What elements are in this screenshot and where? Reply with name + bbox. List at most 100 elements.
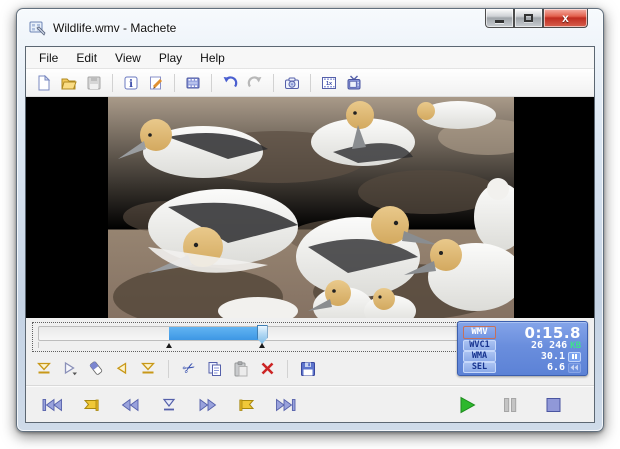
redo-button[interactable] xyxy=(244,72,266,94)
skip-start-button[interactable] xyxy=(39,394,65,416)
pause-button[interactable] xyxy=(497,394,523,416)
delete-button[interactable] xyxy=(257,359,277,379)
selection-start-icon xyxy=(36,361,52,376)
audio-codec-chip[interactable]: WMA xyxy=(463,351,496,362)
seek-box xyxy=(32,322,466,352)
delete-icon xyxy=(260,361,275,376)
toolbar-separator xyxy=(310,74,311,92)
snapshot-icon xyxy=(284,75,300,91)
pause-icon xyxy=(501,397,519,413)
copy-icon xyxy=(207,361,223,377)
copy-button[interactable] xyxy=(205,359,225,379)
minimize-button[interactable] xyxy=(485,9,514,28)
stop-button[interactable] xyxy=(540,394,566,416)
selection-start-marker xyxy=(166,343,172,348)
frame-step-button[interactable]: 1x xyxy=(318,72,340,94)
selection-start-button[interactable] xyxy=(34,359,54,379)
track-start-tick xyxy=(38,342,39,348)
erase-selection-icon xyxy=(88,361,104,376)
play-icon xyxy=(457,396,477,414)
time-display: 0:15.8 xyxy=(525,324,581,342)
close-button[interactable]: x xyxy=(543,9,588,28)
open-file-button[interactable] xyxy=(58,72,80,94)
maximize-button[interactable] xyxy=(514,9,543,28)
undo-icon xyxy=(222,75,238,91)
rewind-icon xyxy=(120,398,140,412)
fast-forward-icon xyxy=(198,398,218,412)
video-codec-chip[interactable]: WVC1 xyxy=(463,340,496,351)
toolbar-separator xyxy=(273,74,274,92)
erase-selection-button[interactable] xyxy=(86,359,106,379)
paste-button[interactable] xyxy=(231,359,251,379)
video-frame xyxy=(108,97,514,318)
menu-edit[interactable]: Edit xyxy=(67,49,106,67)
info-panel: WMV 0:15.8 WVC1 26 246 KB WMA 30.1 xyxy=(457,321,588,376)
selection-length-value: 6.6 xyxy=(547,362,565,373)
marker-previous-button[interactable] xyxy=(78,394,104,416)
play-selection-button[interactable] xyxy=(60,359,80,379)
seek-selection xyxy=(169,327,261,340)
media-info-icon: i xyxy=(123,75,139,91)
step-back-icon xyxy=(114,361,130,376)
skip-end-button[interactable] xyxy=(273,394,299,416)
marker-previous-icon xyxy=(81,398,101,412)
open-file-icon xyxy=(61,75,77,91)
tv-preview-icon xyxy=(346,75,362,91)
cut-icon: ✂ xyxy=(180,359,198,378)
toolbar-separator xyxy=(112,74,113,92)
menu-play[interactable]: Play xyxy=(150,49,191,67)
seek-track[interactable] xyxy=(38,326,460,341)
loop-badge-icon xyxy=(568,363,581,373)
format-chip[interactable]: WMV xyxy=(463,326,496,339)
selection-chip[interactable]: SEL xyxy=(463,362,496,373)
cut-button[interactable]: ✂ xyxy=(179,359,199,379)
fast-forward-button[interactable] xyxy=(195,394,221,416)
media-info-button[interactable]: i xyxy=(120,72,142,94)
toolbar-separator xyxy=(168,360,169,378)
video-area xyxy=(26,97,594,318)
machete-app-icon xyxy=(29,20,46,36)
app-window: Wildlife.wmv - Machete x File Edit View … xyxy=(16,8,604,432)
selection-end-button[interactable] xyxy=(138,359,158,379)
step-back-button[interactable] xyxy=(112,359,132,379)
frame-step-icon: 1x xyxy=(321,75,337,91)
menu-file[interactable]: File xyxy=(30,49,67,67)
close-icon: x xyxy=(562,11,569,25)
skip-start-icon xyxy=(41,398,63,412)
new-file-icon xyxy=(36,75,52,91)
marker-next-button[interactable] xyxy=(234,394,260,416)
pause-badge-icon xyxy=(568,352,581,362)
skip-end-icon xyxy=(275,398,297,412)
frame-step-label: 1x xyxy=(326,80,333,86)
play-selection-icon xyxy=(62,361,78,376)
marker-strip xyxy=(38,341,460,349)
save-selection-button[interactable] xyxy=(298,359,318,379)
tv-preview-button[interactable] xyxy=(343,72,365,94)
menu-help[interactable]: Help xyxy=(191,49,234,67)
save-selection-icon xyxy=(300,361,316,377)
toolbar-separator xyxy=(211,74,212,92)
paste-icon xyxy=(233,361,249,377)
play-button[interactable] xyxy=(454,394,480,416)
duration-value: 30.1 xyxy=(541,351,565,362)
edit-clip-button[interactable] xyxy=(145,72,167,94)
titlebar[interactable]: Wildlife.wmv - Machete x xyxy=(17,9,603,46)
save-file-button[interactable] xyxy=(83,72,105,94)
main-toolbar: i xyxy=(26,69,594,97)
client-area: File Edit View Play Help xyxy=(25,46,595,423)
menu-view[interactable]: View xyxy=(106,49,150,67)
marker-next-icon xyxy=(237,398,257,412)
new-file-button[interactable] xyxy=(33,72,55,94)
snapshot-button[interactable] xyxy=(281,72,303,94)
selection-end-icon xyxy=(140,361,156,376)
maximize-icon xyxy=(524,14,533,22)
window-title: Wildlife.wmv - Machete xyxy=(53,21,176,35)
menu-bar: File Edit View Play Help xyxy=(26,47,594,69)
current-position-icon xyxy=(160,398,178,412)
film-stream-button[interactable] xyxy=(182,72,204,94)
undo-button[interactable] xyxy=(219,72,241,94)
current-position-button[interactable] xyxy=(156,394,182,416)
rewind-button[interactable] xyxy=(117,394,143,416)
edit-toolbar: ✂ xyxy=(34,355,318,382)
file-size-value: 26 246 xyxy=(531,340,567,351)
